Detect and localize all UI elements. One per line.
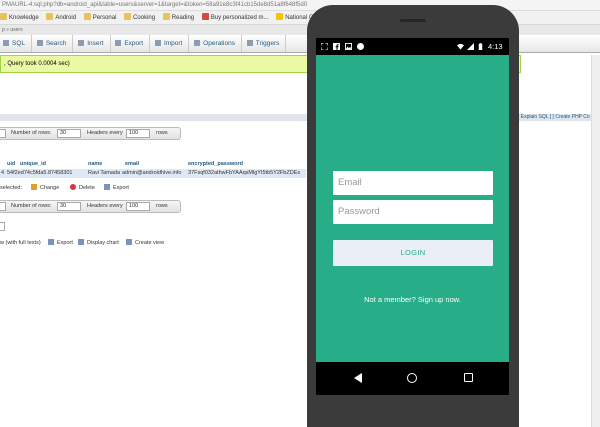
rows-label: rows — [156, 203, 168, 209]
sql-links[interactable]: [ Explain SQL ] [ Create PHP Co — [518, 114, 590, 121]
number-of-rows-label: Number of rows: — [11, 130, 52, 136]
login-screen: Email Password LOGIN Not a member? Sign … — [316, 55, 509, 362]
cell-name: Ravi Tamada — [88, 170, 120, 176]
full-texts-label: w (with full texts) — [0, 240, 41, 246]
column-name[interactable]: name — [88, 160, 102, 168]
wrench-icon — [194, 40, 201, 46]
display-chart-button[interactable]: Display chart — [78, 238, 119, 248]
phone-screen: 4:13 Email Password LOGIN Not a member? … — [316, 38, 509, 395]
screenshot-icon — [321, 43, 328, 50]
row-navigation-top: Number of rows: 30 Headers every 100 row… — [0, 127, 181, 140]
headers-every-input[interactable]: 100 — [126, 129, 150, 138]
status-time: 4:13 — [488, 42, 503, 51]
battery-icon — [478, 43, 483, 50]
bookmark-cooking[interactable]: Cooking — [124, 11, 155, 24]
number-of-rows-input[interactable]: 30 — [57, 129, 81, 138]
wifi-icon — [457, 43, 464, 50]
signal-icon — [467, 43, 474, 50]
login-button[interactable]: LOGIN — [333, 240, 493, 266]
column-uid[interactable]: uid — [7, 160, 15, 168]
bookmark-android[interactable]: Android — [46, 11, 76, 24]
with-selected-bar: selected: Change Delete Export — [0, 183, 306, 193]
table-header: uid unique_id name email encrypted_passw… — [0, 160, 306, 168]
facebook-icon — [333, 43, 340, 50]
cell-email: admin@androidhive.info — [122, 170, 182, 176]
tab-export[interactable]: Export — [112, 35, 151, 52]
tab-search[interactable]: Search — [34, 35, 74, 52]
import-icon — [154, 40, 161, 46]
bookmark-favicon-icon — [276, 13, 284, 20]
headers-every-label: Headers every — [87, 203, 123, 209]
with-selected-label: selected: — [0, 185, 23, 191]
bookmark-reading[interactable]: Reading — [162, 11, 194, 24]
folder-icon — [124, 13, 132, 20]
tab-operations[interactable]: Operations — [191, 35, 242, 52]
cell-unique-id: 54f2ed74c5fda5.87458301 — [7, 170, 73, 176]
delete-icon — [70, 184, 76, 190]
chart-icon — [78, 239, 84, 245]
folder-icon — [46, 13, 54, 20]
pencil-icon — [31, 184, 37, 190]
column-unique-id[interactable]: unique_id — [20, 160, 46, 168]
folder-icon — [162, 13, 170, 20]
cell-uid: 4 — [1, 170, 5, 176]
circle-notification-icon — [357, 43, 364, 50]
bookmark-favicon-icon — [201, 13, 209, 20]
tab-insert[interactable]: Insert — [75, 35, 111, 52]
row-navigation-bottom: Number of rows: 30 Headers every 100 row… — [0, 200, 181, 213]
query-results-operations: w (with full texts) Export Display chart… — [0, 238, 306, 248]
recents-icon[interactable] — [464, 373, 473, 382]
back-icon[interactable] — [354, 373, 362, 383]
headers-every-input[interactable]: 100 — [126, 202, 150, 211]
phone-frame: 4:13 Email Password LOGIN Not a member? … — [307, 5, 519, 427]
start-row-input[interactable] — [0, 202, 6, 211]
view-icon — [126, 239, 132, 245]
signup-link[interactable]: Not a member? Sign up now. — [316, 295, 509, 304]
search-icon — [36, 40, 43, 46]
tab-import[interactable]: Import — [152, 35, 190, 52]
number-of-rows-label: Number of rows: — [11, 203, 52, 209]
rows-label: rows — [156, 130, 168, 136]
start-row-input[interactable] — [0, 129, 6, 138]
column-email[interactable]: email — [125, 160, 139, 168]
insert-icon — [78, 40, 85, 46]
triggers-icon — [246, 40, 253, 46]
filter-input[interactable] — [0, 222, 5, 231]
export-icon — [115, 40, 122, 46]
folder-icon — [0, 13, 7, 20]
folder-icon — [83, 13, 91, 20]
create-view-button[interactable]: Create view — [126, 238, 164, 248]
export-icon — [48, 239, 54, 245]
headers-every-label: Headers every — [87, 130, 123, 136]
table-row[interactable]: 4 54f2ed74c5fda5.87458301 Ravi Tamada ad… — [0, 169, 306, 178]
change-button[interactable]: Change — [31, 183, 59, 193]
number-of-rows-input[interactable]: 30 — [57, 202, 81, 211]
export-button[interactable]: Export — [104, 183, 129, 193]
bookmark-knowledge[interactable]: Knowledge — [0, 11, 39, 24]
status-bar: 4:13 — [316, 38, 509, 55]
cell-encrypted-password: 37Fsqf032athwFbYAAqsMlgYI5tb5Y2FbZDEs — [188, 170, 301, 176]
export-results-button[interactable]: Export — [48, 238, 73, 248]
bookmark-personal[interactable]: Personal — [83, 11, 116, 24]
email-field[interactable]: Email — [333, 171, 493, 195]
address-bar[interactable]: PMAURL-4:sql.php?db=android_api&table=us… — [0, 0, 600, 11]
page-scrollbar[interactable] — [591, 55, 600, 427]
password-field[interactable]: Password — [333, 200, 493, 224]
bookmark-buy-personalized[interactable]: Buy personalized m... — [201, 11, 269, 24]
delete-button[interactable]: Delete — [70, 183, 95, 193]
home-icon[interactable] — [407, 373, 417, 383]
column-encrypted-password[interactable]: encrypted_password — [188, 160, 243, 168]
tab-triggers[interactable]: Triggers — [244, 35, 287, 52]
tab-sql[interactable]: SQL — [0, 35, 33, 52]
phone-speaker — [400, 19, 426, 22]
image-icon — [345, 43, 352, 50]
android-nav-bar — [316, 362, 509, 395]
export-icon — [104, 184, 110, 190]
sql-icon — [3, 40, 9, 46]
